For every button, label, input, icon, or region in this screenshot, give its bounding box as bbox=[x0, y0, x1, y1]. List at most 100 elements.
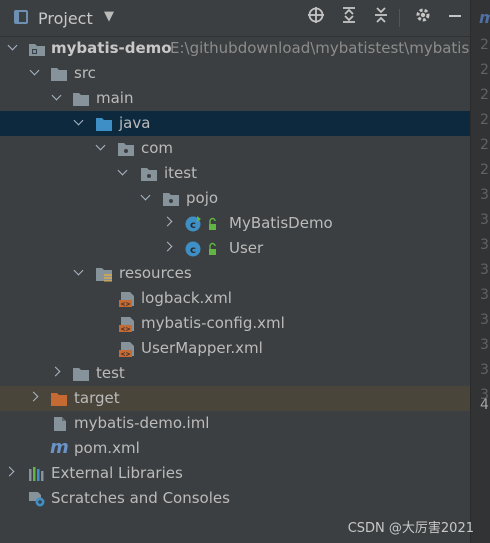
svg-text:<>: <> bbox=[120, 326, 130, 332]
tree-label: java bbox=[119, 114, 151, 132]
tree-row-mybatis-config[interactable]: <> mybatis-config.xml bbox=[0, 311, 470, 336]
minimize-icon[interactable] bbox=[444, 6, 466, 28]
chevron-right-icon[interactable] bbox=[50, 364, 64, 378]
tree-row-scratches[interactable]: Scratches and Consoles bbox=[0, 486, 470, 511]
line-number: 2 bbox=[480, 162, 489, 178]
chevron-down-icon[interactable] bbox=[28, 64, 42, 78]
tool-window-header: Project ▼ bbox=[0, 0, 470, 37]
chevron-down-icon[interactable]: ▼ bbox=[104, 9, 114, 24]
iml-file-icon bbox=[54, 417, 66, 431]
scratches-icon bbox=[29, 492, 45, 507]
tree-row-usermapper[interactable]: <> UserMapper.xml bbox=[0, 336, 470, 361]
line-number: 3 bbox=[480, 237, 489, 253]
chevron-down-icon[interactable] bbox=[72, 114, 86, 128]
runnable-class-icon: c bbox=[185, 216, 216, 232]
svg-text:<>: <> bbox=[120, 351, 130, 357]
collapse-all-icon[interactable] bbox=[370, 6, 392, 28]
tree-label: pojo bbox=[186, 189, 219, 207]
tree-row-external-libraries[interactable]: External Libraries bbox=[0, 461, 470, 486]
project-path: E:\githubdownload\mybatistest\mybatis-d bbox=[170, 39, 485, 57]
chevron-right-icon[interactable] bbox=[4, 464, 18, 478]
svg-text:c: c bbox=[190, 245, 196, 256]
folder-icon bbox=[73, 93, 89, 106]
library-icon bbox=[29, 467, 44, 481]
chevron-right-icon[interactable] bbox=[162, 239, 176, 253]
watermark: CSDN @大厉害2021 bbox=[347, 521, 474, 536]
tree-label: UserMapper.xml bbox=[141, 339, 263, 357]
chevron-right-icon[interactable] bbox=[28, 389, 42, 403]
tree-row-project[interactable]: mybatis-demo E:\githubdownload\mybatiste… bbox=[0, 36, 484, 61]
line-number: 3 bbox=[480, 262, 489, 278]
tree-row-test[interactable]: test bbox=[0, 361, 470, 386]
tree-row-target[interactable]: target bbox=[0, 386, 470, 411]
gear-icon[interactable] bbox=[412, 6, 434, 28]
line-number: 2 bbox=[480, 112, 489, 128]
package-icon bbox=[141, 168, 157, 181]
folder-icon bbox=[73, 368, 89, 381]
line-number: 2 bbox=[480, 87, 489, 103]
xml-file-icon: <> bbox=[119, 342, 134, 357]
line-number: 2 bbox=[480, 37, 489, 53]
line-number: 3 bbox=[480, 187, 489, 203]
xml-file-icon: <> bbox=[119, 292, 134, 307]
package-icon bbox=[163, 193, 179, 206]
tree-label: External Libraries bbox=[51, 464, 183, 482]
chevron-down-icon[interactable] bbox=[72, 264, 86, 278]
tree-label: logback.xml bbox=[141, 289, 232, 307]
resources-folder-icon bbox=[96, 268, 112, 282]
chevron-down-icon[interactable] bbox=[94, 139, 108, 153]
tree-label: MyBatisDemo bbox=[229, 214, 333, 232]
module-folder-icon bbox=[29, 44, 45, 56]
tree-row-pom[interactable]: m pom.xml bbox=[0, 436, 470, 461]
xml-file-icon: <> bbox=[119, 317, 134, 332]
maven-tab-icon[interactable]: m bbox=[479, 8, 490, 27]
locate-icon[interactable] bbox=[305, 6, 327, 28]
line-number: 3 bbox=[480, 362, 489, 378]
line-number: 3 bbox=[480, 312, 489, 328]
line-number: 4 bbox=[480, 397, 489, 413]
tree-row-com[interactable]: com bbox=[0, 136, 470, 161]
chevron-down-icon[interactable] bbox=[6, 39, 20, 53]
chevron-down-icon[interactable] bbox=[116, 164, 130, 178]
toolbar-divider bbox=[399, 9, 400, 27]
tree-label: target bbox=[74, 389, 120, 407]
tree-row-itest[interactable]: itest bbox=[0, 161, 470, 186]
tree-label: resources bbox=[119, 264, 192, 282]
tree-row-user[interactable]: c User bbox=[0, 236, 470, 261]
chevron-right-icon[interactable] bbox=[162, 214, 176, 228]
chevron-down-icon[interactable] bbox=[139, 189, 153, 203]
line-number: 3 bbox=[480, 212, 489, 228]
class-icon: c bbox=[185, 241, 216, 257]
tree-row-logback[interactable]: <> logback.xml bbox=[0, 286, 470, 311]
tree-row-pojo[interactable]: pojo bbox=[0, 186, 470, 211]
project-name: mybatis-demo bbox=[51, 39, 172, 57]
chevron-down-icon[interactable] bbox=[50, 89, 64, 103]
svg-text:<>: <> bbox=[120, 301, 130, 307]
tree-label: src bbox=[74, 64, 96, 82]
tree-row-iml[interactable]: mybatis-demo.iml bbox=[0, 411, 470, 436]
tree-label: itest bbox=[164, 164, 197, 182]
project-view-icon bbox=[14, 10, 28, 24]
view-selector-label[interactable]: Project bbox=[38, 9, 93, 28]
project-tool-window: Project ▼ mybatis-demo E:\githubdownload… bbox=[0, 0, 484, 543]
svg-text:c: c bbox=[190, 220, 196, 231]
tree-label: Scratches and Consoles bbox=[51, 489, 230, 507]
tree-row-src[interactable]: src bbox=[0, 61, 470, 86]
line-number: 3 bbox=[480, 337, 489, 353]
folder-icon bbox=[51, 68, 67, 81]
tree-row-main[interactable]: main bbox=[0, 86, 470, 111]
tree-label: main bbox=[96, 89, 134, 107]
excluded-folder-icon bbox=[51, 393, 67, 406]
tree-row-resources[interactable]: resources bbox=[0, 261, 470, 286]
tree-label: pom.xml bbox=[74, 439, 140, 457]
tree-row-java[interactable]: java bbox=[0, 111, 470, 136]
line-number: 2 bbox=[480, 62, 489, 78]
tree-label: com bbox=[141, 139, 174, 157]
tree-label: mybatis-config.xml bbox=[141, 314, 285, 332]
tree-label: User bbox=[229, 239, 264, 257]
tree-label: mybatis-demo.iml bbox=[74, 414, 210, 432]
package-icon bbox=[118, 143, 134, 156]
expand-all-icon[interactable] bbox=[338, 6, 360, 28]
tree-label: test bbox=[96, 364, 125, 382]
tree-row-mybatisdemo[interactable]: c MyBatisDemo bbox=[0, 211, 470, 236]
